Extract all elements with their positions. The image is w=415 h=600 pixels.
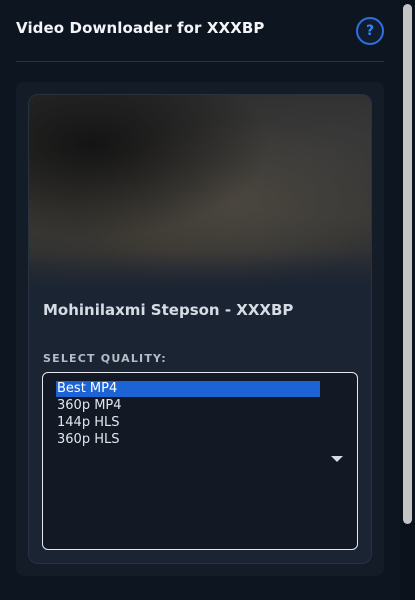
header: Video Downloader for XXXBP ? — [0, 0, 400, 61]
quality-option-best-mp4[interactable]: Best MP4 — [56, 381, 320, 397]
question-icon: ? — [365, 23, 375, 39]
scrollbar[interactable] — [400, 0, 415, 600]
scrollbar-thumb[interactable] — [403, 4, 412, 524]
video-thumbnail — [29, 95, 371, 291]
quality-option-360p-hls[interactable]: 360p HLS — [56, 432, 320, 448]
video-downloader-popup: Video Downloader for XXXBP ? Mohinilaxmi… — [0, 0, 415, 600]
app-title: Video Downloader for XXXBP — [16, 19, 265, 37]
video-title: Mohinilaxmi Stepson - XXXBP — [43, 301, 294, 319]
help-button[interactable]: ? — [356, 17, 384, 45]
quality-option-360p-mp4[interactable]: 360p MP4 — [56, 398, 320, 414]
quality-label: SELECT QUALITY: — [43, 352, 167, 365]
header-divider — [16, 61, 384, 62]
video-card: Mohinilaxmi Stepson - XXXBP SELECT QUALI… — [28, 94, 372, 564]
video-panel: Mohinilaxmi Stepson - XXXBP SELECT QUALI… — [16, 82, 384, 576]
quality-option-144p-hls[interactable]: 144p HLS — [56, 415, 320, 431]
chevron-down-icon — [331, 456, 343, 462]
quality-select[interactable]: Best MP4 360p MP4 144p HLS 360p HLS — [42, 372, 358, 550]
